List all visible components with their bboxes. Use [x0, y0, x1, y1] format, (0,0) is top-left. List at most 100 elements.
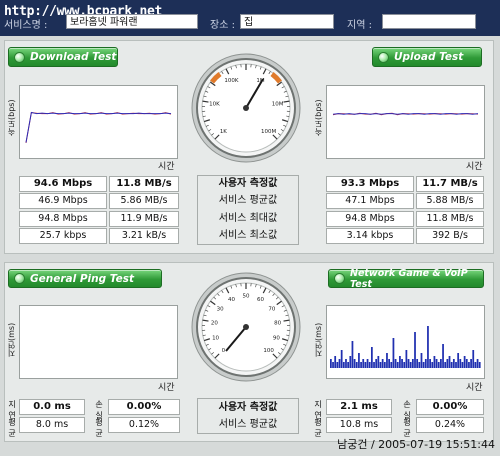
game-latency-bar	[351, 341, 354, 368]
speed-service-average-label: 서비스 평균값	[218, 195, 278, 206]
download-service-average-Bps: 5.86 MB/s	[109, 193, 179, 209]
download-user-measured-Bps: 11.8 MB/s	[109, 176, 179, 192]
upload-test-button[interactable]: Upload Test	[372, 47, 482, 67]
game-latency-bar	[355, 362, 358, 368]
game-latency-bar	[379, 362, 382, 368]
game-x-axis-label: 시간	[466, 383, 483, 393]
game-latency-bar	[388, 359, 390, 368]
gauge-scale-label: 70	[268, 307, 275, 313]
game-latency-bar	[362, 359, 365, 368]
speed-user-measured-label: 사용자 측정값	[218, 178, 278, 189]
upload-service-min-Bps: 392 B/s	[416, 228, 484, 244]
game-latency-bar	[476, 359, 479, 368]
place-label: 장소 :	[210, 20, 235, 31]
ping-chart	[19, 305, 178, 379]
game-latency-bar	[401, 359, 403, 368]
gauge-scale-label: 10M	[272, 101, 284, 107]
ping-service-average-label: 서비스 평균값	[218, 419, 278, 430]
green-dot-icon	[334, 273, 345, 284]
game-latency-bar	[349, 356, 352, 368]
gauge-scale-label: 20	[211, 320, 218, 326]
game-latency-bar	[336, 362, 339, 368]
upload-x-axis-label: 시간	[466, 162, 483, 172]
series-line-red	[25, 111, 172, 144]
game-latency-bar	[396, 362, 399, 368]
game-latency-bar	[405, 350, 408, 368]
game-latency-bar	[437, 362, 440, 368]
game-latency-bar	[347, 362, 350, 368]
game-latency-bar	[392, 338, 395, 368]
upload-user-measured-Bps: 11.7 MB/s	[416, 176, 484, 192]
upload-service-min-bps: 3.14 kbps	[326, 228, 414, 244]
ping-x-axis-label: 시간	[158, 383, 175, 393]
game-latency-bar	[452, 359, 455, 368]
gauge-scale-label: 40	[228, 297, 235, 303]
game-latency-bar	[381, 359, 384, 368]
download-test-button[interactable]: Download Test	[8, 47, 118, 67]
game-latency-bar	[459, 359, 462, 368]
game-latency-bar	[345, 359, 347, 368]
upload-service-average-bps: 47.1 Mbps	[326, 193, 414, 209]
download-chart-plot	[25, 111, 172, 144]
general-ping-test-label: General Ping Test	[30, 272, 134, 285]
speed-service-max-label: 서비스 최대값	[218, 213, 278, 224]
download-chart	[19, 85, 178, 159]
green-dot-icon	[378, 51, 389, 63]
game-latency-bar	[338, 359, 341, 368]
service-name-field[interactable]: 보라홈넷 파워랜	[66, 14, 198, 29]
game-latency-bar	[407, 359, 410, 368]
network-game-voip-test-button[interactable]: Network Game & VoIP Test	[328, 268, 484, 290]
download-service-max-bps: 94.8 Mbps	[19, 211, 107, 227]
region-field[interactable]	[382, 14, 476, 29]
game-latency-bar	[440, 359, 442, 368]
game-latency-bar	[368, 362, 371, 368]
game-latency-bar	[422, 362, 425, 368]
ping-gauge: 0 10 20 30 40 50 60 70 80 90 100	[190, 271, 302, 383]
game-latency-bar	[431, 362, 434, 368]
game-latency-bar	[418, 362, 421, 368]
upload-test-label: Upload Test	[394, 51, 464, 63]
game-latency-bar	[468, 362, 470, 368]
game-latency-bar	[435, 359, 438, 368]
game-latency-bar	[474, 362, 477, 368]
game-latency-bar	[342, 362, 345, 368]
game-latency-bar	[465, 359, 468, 368]
game-chart	[326, 305, 485, 379]
download-user-measured-bps: 94.6 Mbps	[19, 176, 107, 192]
region-label: 지역 :	[347, 20, 372, 31]
upload-service-max-Bps: 11.8 MB/s	[416, 211, 484, 227]
series-line-blue	[332, 113, 479, 115]
ping-loss-avg: 0.12%	[108, 417, 180, 433]
game-loss-avg: 0.24%	[416, 417, 484, 433]
upload-user-measured-bps: 93.3 Mbps	[326, 176, 414, 192]
game-latency-bar	[446, 359, 449, 368]
game-latency-bar	[427, 326, 429, 368]
game-avg-label: 평균	[314, 418, 322, 438]
game-latency-bar	[442, 344, 444, 368]
game-latency-bar	[394, 359, 397, 368]
gauge-scale-label: 10K	[209, 101, 220, 107]
game-latency-bar	[416, 359, 419, 368]
gauge-scale-label: 10	[212, 335, 219, 341]
game-latency-bar	[403, 362, 406, 368]
game-latency-bar	[461, 362, 464, 368]
game-latency-bar	[390, 362, 393, 368]
service-label: 서비스명 :	[4, 20, 48, 31]
gauge-scale-label: 60	[257, 297, 264, 303]
place-field[interactable]: 집	[240, 14, 334, 29]
game-latency-bar	[470, 359, 472, 368]
download-service-min-Bps: 3.21 kB/s	[109, 228, 179, 244]
game-latency-bar	[448, 356, 451, 368]
gauge-scale-label: 1K	[220, 129, 227, 135]
game-latency-bar	[433, 356, 436, 368]
game-latency-bar	[478, 362, 481, 368]
gauge-scale-label: 90	[273, 335, 280, 341]
gauge-scale-label: 50	[243, 294, 250, 300]
game-latency-bar	[409, 362, 412, 368]
speed-service-min-label: 서비스 최소값	[218, 230, 278, 241]
general-ping-test-button[interactable]: General Ping Test	[8, 269, 162, 288]
ping-delay-value: 0.0 ms	[19, 399, 85, 415]
gauge-scale-label: 0	[222, 348, 226, 354]
download-service-average-bps: 46.9 Mbps	[19, 193, 107, 209]
game-latency-bar	[373, 362, 375, 368]
